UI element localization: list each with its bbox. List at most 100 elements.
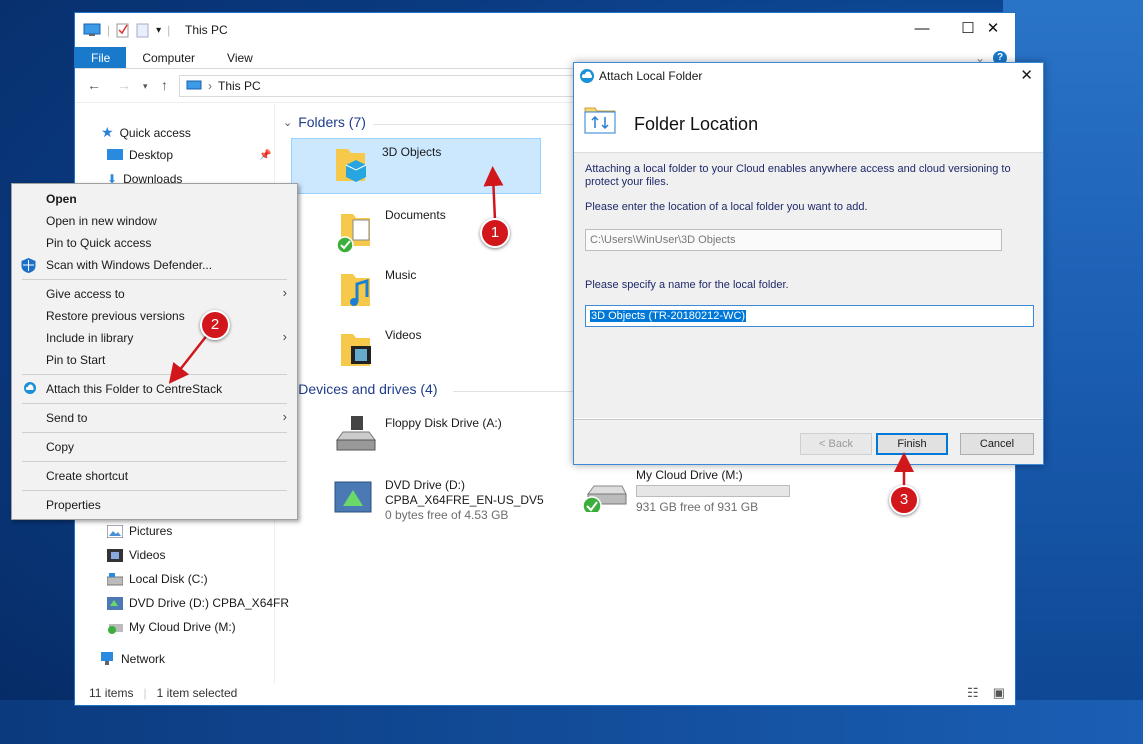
dialog-close-button[interactable]: ✕ [1020,66,1033,84]
folder-documents[interactable]: Documents [337,208,446,254]
sidebar-item-label: Desktop [129,148,174,162]
selection-count: 1 item selected [156,686,238,700]
group-header-label: Devices and drives (4) [298,381,438,397]
dialog-description: Attaching a local folder to your Cloud e… [585,163,1011,188]
sidebar-item-local-disk[interactable]: Local Disk (C:) [107,572,208,586]
sidebar-item-quick-access[interactable]: ★ Quick access [101,124,191,141]
details-view-icon[interactable]: ☷ [967,685,979,701]
group-header-label: Folders (7) [298,114,366,130]
dvd-drive-icon [107,596,123,610]
sidebar-item-label: DVD Drive (D:) CPBA_X64FR [129,596,290,610]
qat-dropdown-icon[interactable]: ▾ [156,25,161,36]
drive-my-cloud[interactable]: My Cloud Drive (M:) 931 GB free of 931 G… [580,468,790,515]
back-arrow-icon[interactable]: ← [87,77,101,93]
callout-badge-2: 2 [200,310,230,340]
folder-label: Music [385,268,417,282]
tab-computer[interactable]: Computer [126,47,211,68]
folders-group-header[interactable]: ⌄ Folders (7) [283,114,366,130]
submenu-chevron-icon: › [282,329,287,344]
drive-label: My Cloud Drive (M:) [636,468,743,482]
local-disk-icon [107,572,123,585]
properties-icon[interactable] [116,22,130,38]
menu-item-scan-defender[interactable]: Scan with Windows Defender... [46,258,212,272]
dialog-header: Folder Location [574,90,1043,152]
menu-item-pin-start[interactable]: Pin to Start [46,353,105,367]
menu-item-properties[interactable]: Properties [46,498,101,512]
network-icon [101,652,113,665]
dialog-body: Attaching a local folder to your Cloud e… [574,152,1043,418]
this-pc-icon [83,23,101,36]
back-button[interactable]: < Back [800,433,872,455]
windows-defender-icon [21,258,36,273]
breadcrumb[interactable]: This PC [218,79,261,93]
tab-file[interactable]: File [75,47,127,68]
recent-locations-icon[interactable]: ▾ [143,81,148,92]
menu-item-create-shortcut[interactable]: Create shortcut [46,469,128,483]
sidebar-item-label: Videos [129,548,166,562]
folder-sync-icon [584,107,616,134]
pictures-icon [107,524,123,538]
folder-music[interactable]: Music [337,268,416,314]
large-icons-view-icon[interactable]: ▣ [993,685,1005,701]
sidebar-item-cloud-drive[interactable]: My Cloud Drive (M:) [107,620,236,634]
menu-item-open-new-window[interactable]: Open in new window [46,214,157,228]
drive-volume-label: CPBA_X64FRE_EN-US_DV5 [385,493,544,507]
devices-group-header[interactable]: ⌄ Devices and drives (4) [283,381,438,397]
minimize-button[interactable]: — [899,13,945,45]
finish-button[interactable]: Finish [876,433,948,455]
drive-dvd[interactable]: DVD Drive (D:) CPBA_X64FRE_EN-US_DV5 0 b… [331,478,544,523]
menu-item-pin-quick-access[interactable]: Pin to Quick access [46,236,151,250]
floppy-drive-icon [336,416,376,451]
location-prompt: Please enter the location of a local fol… [585,201,868,213]
forward-arrow-icon[interactable]: → [117,77,131,93]
window-title: This PC [185,23,228,37]
callout-badge-3: 3 [889,485,919,515]
folder-location-field[interactable]: C:\Users\WinUser\3D Objects [585,229,1002,251]
sidebar-item-pictures[interactable]: Pictures [107,524,172,538]
dialog-heading: Folder Location [634,114,759,134]
breadcrumb-chevron-icon: › [208,79,212,93]
folder-videos[interactable]: Videos [337,328,421,374]
new-folder-icon[interactable] [136,22,150,38]
menu-item-copy[interactable]: Copy [46,440,74,454]
up-arrow-icon[interactable]: ↑ [161,77,168,93]
attach-local-folder-dialog: Attach Local Folder ✕ Folder Location At… [573,62,1044,465]
menu-item-give-access[interactable]: Give access to [46,287,125,301]
folder-3d-objects[interactable]: 3D Objects [291,138,541,194]
menu-item-restore-versions[interactable]: Restore previous versions [46,309,185,323]
sidebar-item-videos[interactable]: Videos [107,548,165,562]
chevron-down-icon: ⌄ [283,116,293,129]
videos-icon [107,548,123,562]
menu-item-include-library[interactable]: Include in library [46,331,133,345]
menu-item-open[interactable]: Open [46,192,77,206]
tab-view[interactable]: View [211,47,269,68]
this-pc-icon [186,80,202,90]
sidebar-item-desktop[interactable]: Desktop [107,148,173,162]
sidebar-item-network[interactable]: Network [99,652,165,666]
sidebar-item-label: Quick access [119,125,191,140]
menu-item-attach-centrestack[interactable]: Attach this Folder to CentreStack [46,382,222,396]
pin-icon[interactable]: 📌 [259,150,271,161]
folder-name-field[interactable]: 3D Objects (TR-20180212-WC) [585,305,1034,327]
sidebar-item-label: Pictures [129,524,173,538]
menu-item-send-to[interactable]: Send to [46,411,87,425]
cancel-button[interactable]: Cancel [960,433,1034,455]
drive-free-space: 0 bytes free of 4.53 GB [385,508,509,522]
drive-label: DVD Drive (D:) [385,478,465,492]
desktop-background-lower [0,700,1143,744]
centrestack-cloud-icon [24,382,36,394]
close-button[interactable]: ✕ [970,13,1016,45]
dialog-title-bar: Attach Local Folder ✕ [574,63,1043,89]
drive-usage-bar [636,485,790,497]
folder-label: 3D Objects [382,145,442,159]
status-bar: 11 items | 1 item selected ☷ ▣ [89,685,1005,701]
sidebar-item-dvd-drive[interactable]: DVD Drive (D:) CPBA_X64FR [107,596,289,610]
centrestack-cloud-icon [580,69,594,83]
dialog-title: Attach Local Folder [599,69,703,83]
documents-folder-icon [337,214,370,254]
submenu-chevron-icon: › [282,285,287,300]
folder-label: Videos [385,328,422,342]
drive-floppy[interactable]: Floppy Disk Drive (A:) [331,416,502,454]
folder-label: Documents [385,208,446,222]
music-folder-icon [341,274,370,306]
